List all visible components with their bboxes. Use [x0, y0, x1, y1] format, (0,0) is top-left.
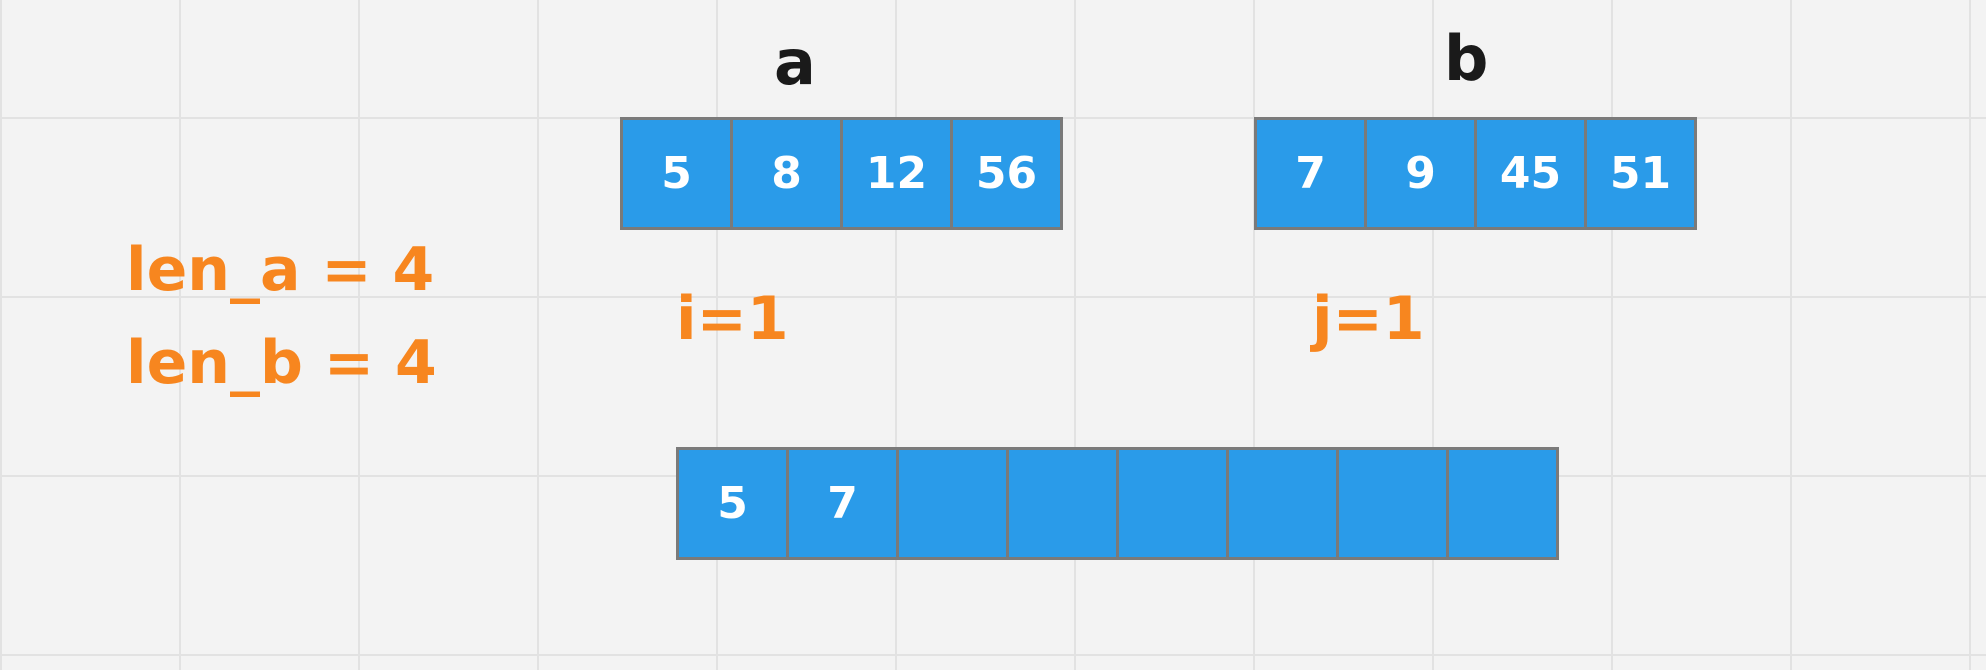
array-a-cell: 8	[730, 117, 843, 230]
array-a-cell: 56	[950, 117, 1063, 230]
array-b-label: b	[1444, 22, 1489, 95]
merged-array: 5 7	[676, 447, 1559, 560]
array-a-cell: 5	[620, 117, 733, 230]
index-i-text: i=1	[676, 284, 789, 354]
array-a: 5 8 12 56	[620, 117, 1063, 230]
len-a-text: len_a = 4	[126, 235, 435, 305]
array-a-cell: 12	[840, 117, 953, 230]
merged-cell: 5	[676, 447, 789, 560]
merged-cell: 7	[786, 447, 899, 560]
merged-cell	[1226, 447, 1339, 560]
index-j-text: j=1	[1312, 284, 1425, 354]
array-b-cell: 45	[1474, 117, 1587, 230]
merged-cell	[1116, 447, 1229, 560]
array-b-cell: 51	[1584, 117, 1697, 230]
merged-cell	[1446, 447, 1559, 560]
merged-cell	[1006, 447, 1119, 560]
array-b-cell: 7	[1254, 117, 1367, 230]
merged-cell	[1336, 447, 1449, 560]
array-b-cell: 9	[1364, 117, 1477, 230]
array-a-label: a	[774, 26, 816, 99]
array-b: 7 9 45 51	[1254, 117, 1697, 230]
merged-cell	[896, 447, 1009, 560]
len-b-text: len_b = 4	[126, 328, 437, 398]
